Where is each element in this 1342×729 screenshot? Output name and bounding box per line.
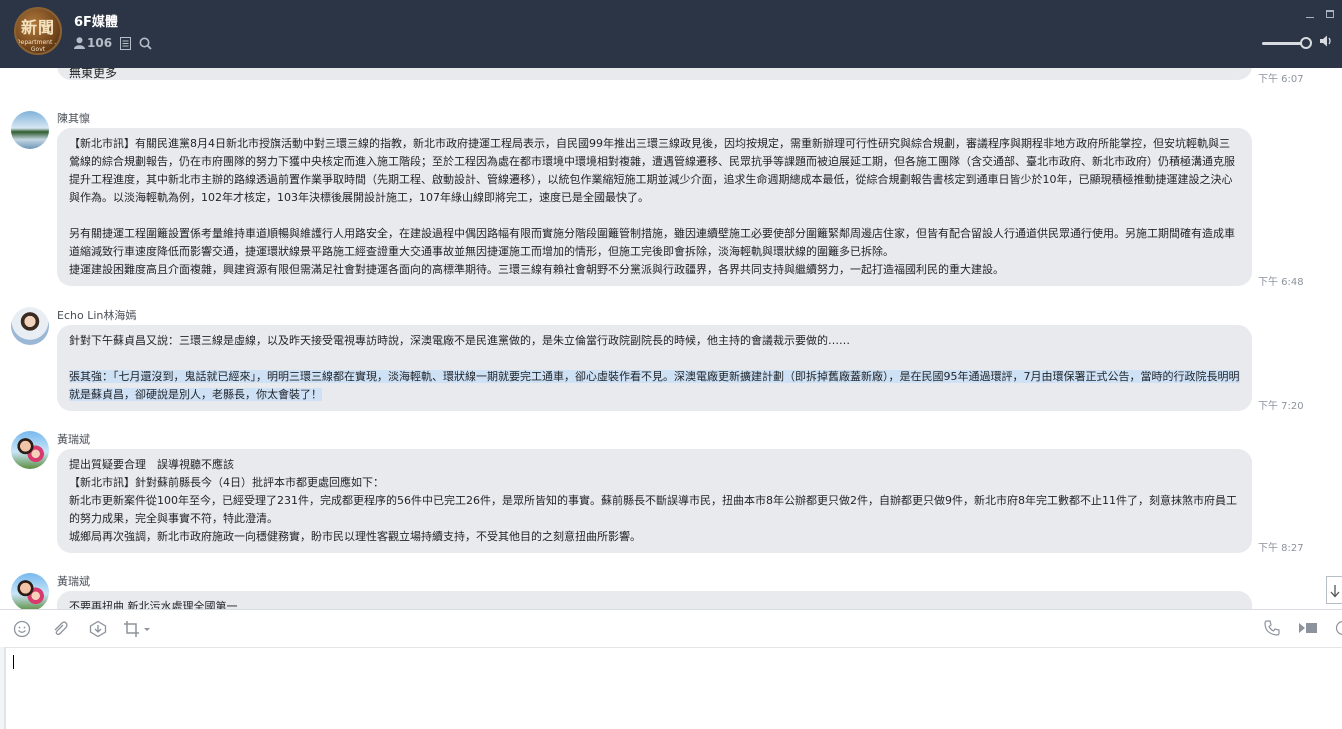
message-paragraph: 另有關捷運工程圍籬設置係考量維持車道順暢與維護行人用路安全，在建設過程中偶因路幅… xyxy=(69,227,1235,258)
message-input[interactable] xyxy=(5,647,1342,729)
crop-icon[interactable] xyxy=(123,620,151,638)
notes-icon[interactable] xyxy=(120,36,132,50)
logo-subtext: Department ... Govt xyxy=(16,39,60,53)
maximize-button[interactable] xyxy=(1326,10,1334,18)
minimize-button[interactable] xyxy=(1306,8,1314,18)
chat-header: 新聞 Department ... Govt 6F媒體 106 xyxy=(0,0,1342,68)
message-paragraph: 新北市更新案件從100年至今，已經受理了231件，完成都更程序的56件中已完工2… xyxy=(69,494,1237,525)
member-count[interactable]: 106 xyxy=(87,36,112,50)
chat-title[interactable]: 6F媒體 xyxy=(74,11,118,30)
message-paragraph: 不要再扭曲 新北污水處理全國第一 xyxy=(69,600,238,609)
message-paragraph: 提出質疑要合理 誤導視聽不應該 xyxy=(69,458,234,471)
logo-text: 新聞 xyxy=(20,18,55,37)
message-bubble[interactable]: 【新北市訊】有關民進黨8月4日新北市授旗活動中對三環三線的指教，新北市政府捷運工… xyxy=(57,128,1252,286)
scroll-down-button[interactable] xyxy=(1326,576,1342,604)
avatar[interactable] xyxy=(11,573,49,609)
message-list[interactable]: 無東更多 下午 6:07 陳其懔 【新北市訊】有關民進黨8月4日新北市授旗活動中… xyxy=(0,68,1342,609)
download-circle-icon[interactable] xyxy=(89,620,107,638)
person-icon[interactable] xyxy=(74,37,85,49)
previous-message-text: 無東更多 xyxy=(69,68,118,80)
group-avatar[interactable]: 新聞 Department ... Govt xyxy=(14,7,62,55)
message-time: 下午 8:27 xyxy=(1258,543,1304,554)
message-bubble[interactable]: 針對下午蘇貞昌又說：三環三線是虛線，以及昨天接受電視專訪時說，深澳電廠不是民進黨… xyxy=(57,325,1252,411)
message-paragraph: 張其強：「七月還沒到，鬼話就已經來」，明明三環三線都在實現，淡海輕軌、環狀線一期… xyxy=(69,368,1240,404)
message-time: 下午 6:07 xyxy=(1258,74,1304,85)
message-time: 下午 6:48 xyxy=(1258,277,1304,288)
message-bubble[interactable]: 不要再扭曲 新北污水處理全國第一 xyxy=(57,591,1252,609)
avatar[interactable] xyxy=(11,431,49,469)
more-icon[interactable] xyxy=(1334,620,1342,636)
phone-icon[interactable] xyxy=(1264,620,1280,636)
selected-text: 張其強：「七月還沒到，鬼話就已經來」，明明三環三線都在實現，淡海輕軌、環狀線一期… xyxy=(69,370,1240,401)
composer-toolbar xyxy=(0,609,1342,647)
previous-message-bubble[interactable]: 無東更多 xyxy=(57,68,1252,80)
sender-name: 陳其懔 xyxy=(57,112,90,125)
speaker-icon[interactable] xyxy=(1320,35,1334,47)
avatar[interactable] xyxy=(11,111,49,149)
volume-slider-knob[interactable] xyxy=(1300,37,1312,49)
scroll-down-icon xyxy=(1330,585,1339,598)
header-actions: 106 xyxy=(74,36,152,50)
message-paragraph: 針對下午蘇貞昌又說：三環三線是虛線，以及昨天接受電視專訪時說，深澳電廠不是民進黨… xyxy=(69,334,850,347)
message-bubble[interactable]: 提出質疑要合理 誤導視聽不應該 【新北市訊】針對蘇前縣長今（4日）批評本市都更處… xyxy=(57,449,1252,553)
sender-name: Echo Lin林海嫣 xyxy=(57,309,137,322)
video-icon[interactable] xyxy=(1298,620,1318,636)
sender-name: 黃瑞斌 xyxy=(57,575,90,588)
emoji-icon[interactable] xyxy=(13,620,31,638)
sender-name: 黃瑞斌 xyxy=(57,433,90,446)
message-paragraph: 【新北市訊】有關民進黨8月4日新北市授旗活動中對三環三線的指教，新北市政府捷運工… xyxy=(69,137,1235,204)
message-paragraph: 捷運建設困難度高且介面複雜，興建資源有限但需滿足社會對捷運各面向的高標準期待。三… xyxy=(69,263,1004,276)
message-time: 下午 7:20 xyxy=(1258,401,1304,412)
message-paragraph: 城鄉局再次強調，新北市政府施政一向穩健務實，盼市民以理性客觀立場持續支持，不受其… xyxy=(69,530,641,543)
message-paragraph: 【新北市訊】針對蘇前縣長今（4日）批評本市都更處回應如下： xyxy=(69,476,384,489)
paperclip-icon[interactable] xyxy=(51,620,69,638)
text-caret xyxy=(13,655,14,669)
search-icon[interactable] xyxy=(139,37,152,50)
avatar[interactable] xyxy=(11,307,49,345)
